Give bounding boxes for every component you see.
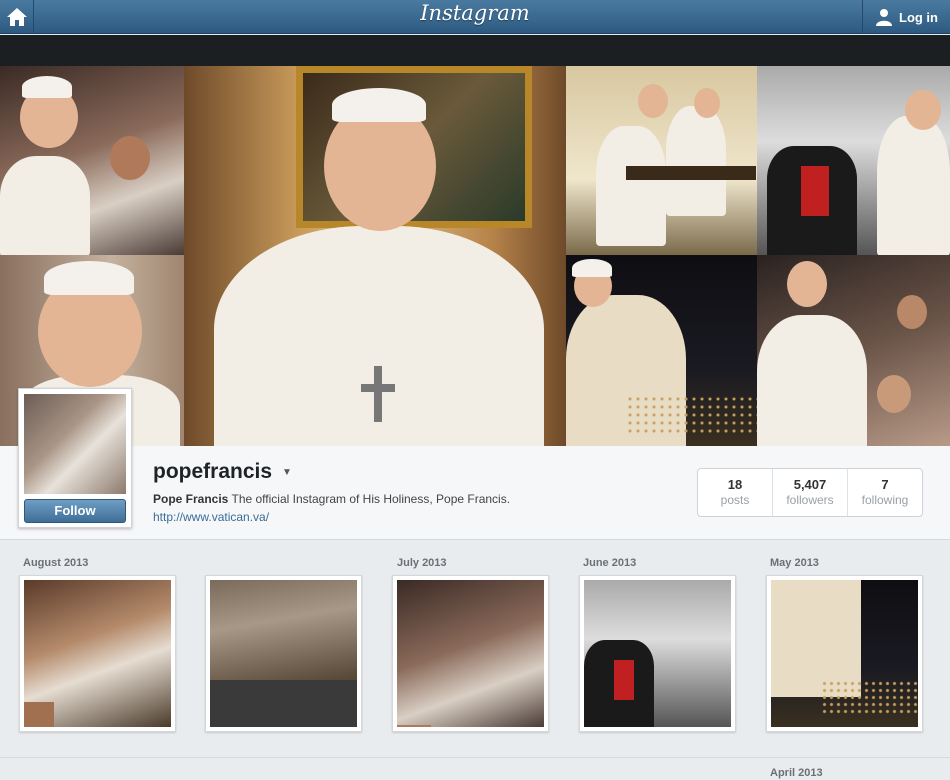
mosaic-photo[interactable] (0, 66, 184, 255)
mosaic-photo-large[interactable] (184, 66, 566, 446)
profile-stats: 18 posts 5,407 followers 7 following (697, 468, 923, 517)
avatar[interactable] (24, 394, 126, 494)
stat-followers[interactable]: 5,407 followers (773, 469, 848, 516)
chevron-down-icon[interactable]: ▼ (282, 467, 292, 478)
month-label: May 2013 (770, 557, 819, 569)
profile-username: popefrancis (153, 460, 273, 483)
mosaic-photo[interactable] (757, 66, 950, 255)
stat-value: 7 (881, 477, 889, 492)
month-label: August 2013 (23, 557, 89, 569)
feed-divider (0, 757, 950, 758)
stat-label: following (861, 493, 909, 507)
feed-photo[interactable] (19, 575, 176, 732)
profile-full-name: Pope Francis (153, 492, 229, 506)
home-icon (6, 8, 27, 26)
header-shadow-band (0, 35, 950, 66)
instagram-logo[interactable]: Instagram (0, 1, 950, 25)
feed-photo[interactable] (205, 575, 362, 732)
stat-following[interactable]: 7 following (848, 469, 922, 516)
follow-button[interactable]: Follow (24, 499, 126, 523)
mosaic-photo[interactable] (566, 66, 757, 255)
home-button[interactable] (0, 0, 34, 34)
feed-photo[interactable] (766, 575, 923, 732)
month-label: July 2013 (397, 557, 447, 569)
stat-label: followers (786, 493, 834, 507)
profile-bio: Pope Francis The official Instagram of H… (153, 492, 510, 506)
login-label: Log in (899, 9, 938, 25)
login-button[interactable]: Log in (862, 0, 950, 34)
profile-bio-text: The official Instagram of His Holiness, … (231, 492, 511, 506)
stat-value: 5,407 (793, 477, 827, 492)
photo-mosaic (0, 66, 950, 446)
stat-value: 18 (727, 477, 743, 492)
profile-website-link[interactable]: http://www.vatican.va/ (153, 510, 269, 524)
month-label: April 2013 (770, 767, 823, 779)
profile-avatar-card: Follow (18, 388, 132, 528)
top-nav-bar: Instagram Log in (0, 0, 950, 34)
month-label: June 2013 (583, 557, 637, 569)
mosaic-photo[interactable] (757, 255, 950, 446)
user-icon (876, 9, 892, 26)
mosaic-photo[interactable] (566, 255, 757, 446)
stat-posts[interactable]: 18 posts (698, 469, 773, 516)
stat-label: posts (720, 493, 750, 507)
feed-photo[interactable] (579, 575, 736, 732)
feed-photo[interactable] (392, 575, 549, 732)
